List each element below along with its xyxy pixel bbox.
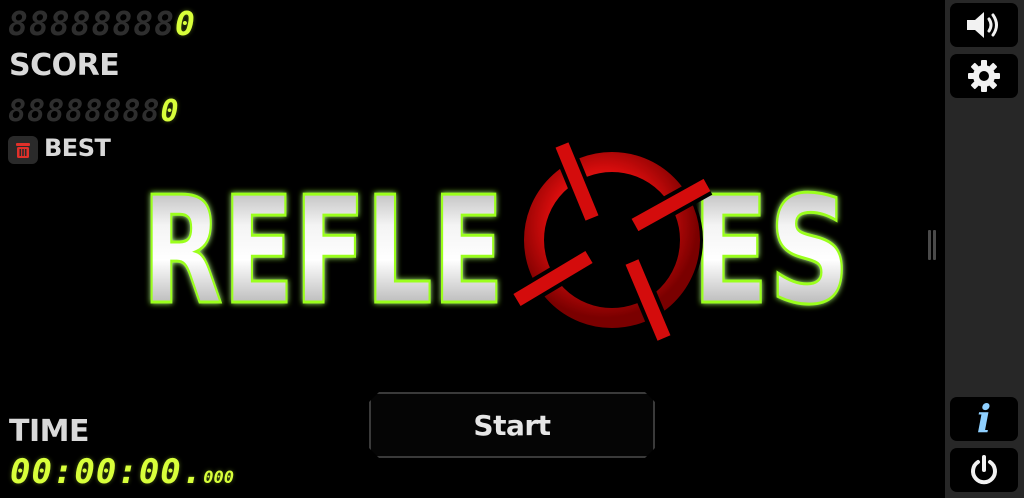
power-icon [971,455,997,485]
game-logo: REFLE ES [142,140,862,350]
best-label: BEST [44,134,111,162]
reset-best-button[interactable] [8,136,38,164]
sound-button[interactable] [950,3,1018,47]
info-icon: i [976,396,992,441]
best-display: 888888880 [8,94,180,130]
time-display: 00:00:00.000 [10,452,234,492]
time-label: TIME [9,414,89,449]
trash-icon [16,143,30,158]
drag-handle-bar [928,230,931,260]
crosshair-icon [511,140,713,343]
logo-text-right: ES [692,165,850,337]
start-button[interactable]: Start [369,392,655,458]
time-value: 00:00:00. [10,452,204,492]
score-ghost-digits: 88888888 [8,4,175,43]
time-milliseconds: 000 [203,468,234,488]
power-button[interactable] [950,448,1018,492]
settings-button[interactable] [950,54,1018,98]
best-value: 0 [160,94,180,129]
gear-icon [968,60,1000,92]
right-sidebar: i [945,0,1024,498]
speaker-icon [967,12,998,38]
info-button[interactable]: i [950,397,1018,441]
logo-text-left: REFLE [142,165,504,337]
score-display: 888888880 [8,4,196,44]
start-button-label: Start [473,408,551,442]
score-value: 0 [174,4,196,43]
best-ghost-digits: 88888888 [8,94,161,129]
sidebar-drag-handle[interactable] [928,230,936,260]
drag-handle-bar [933,230,936,260]
game-screen: 888888880 SCORE 888888880 BEST TIME 00:0… [0,0,1024,498]
score-label: SCORE [9,48,120,83]
